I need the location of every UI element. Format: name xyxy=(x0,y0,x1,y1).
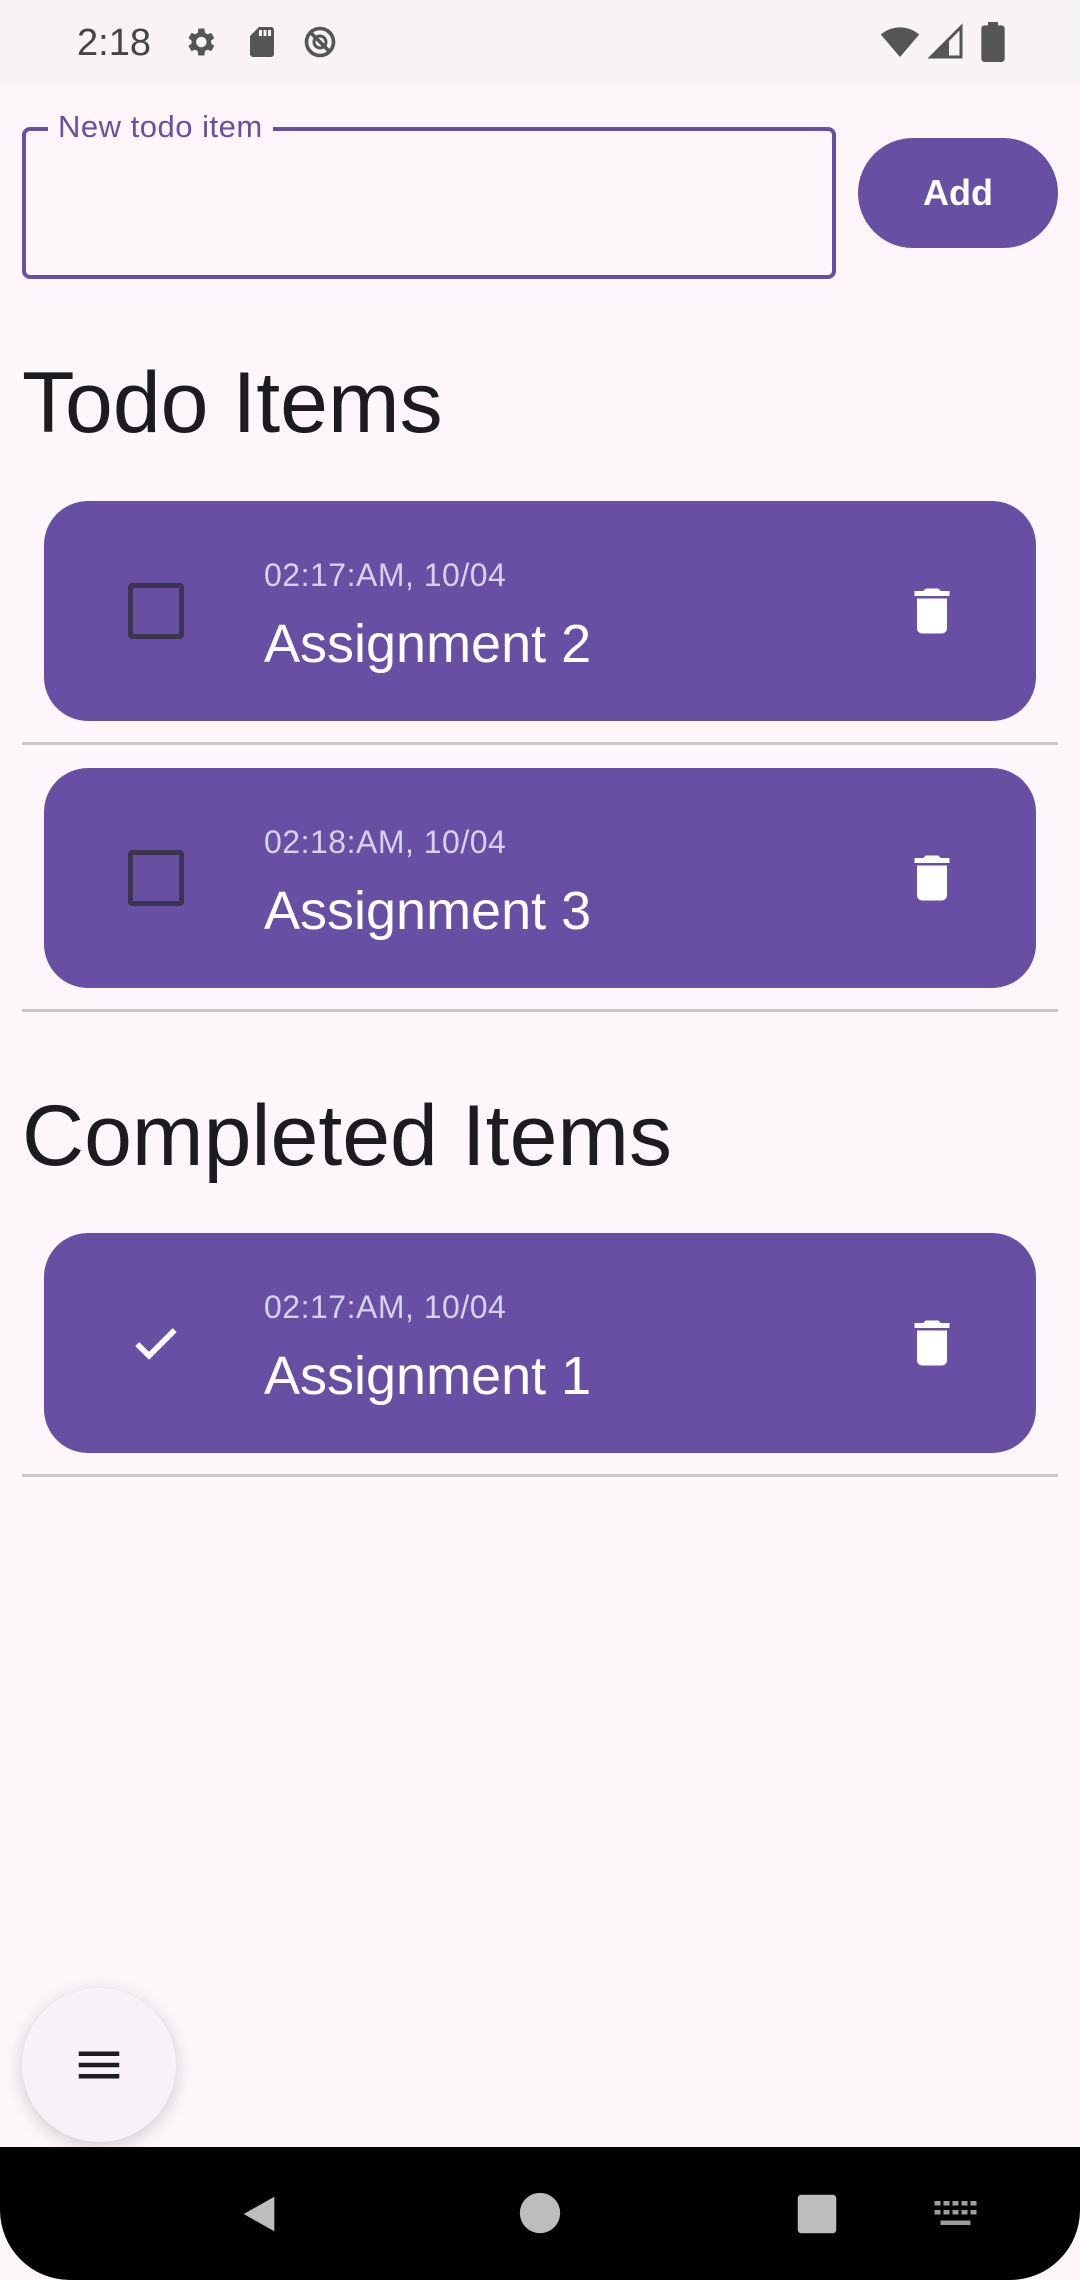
cell-signal-icon xyxy=(928,23,963,59)
todo-card[interactable]: 02:17:AM, 10/04 Assignment 2 xyxy=(44,501,1036,721)
todo-checkbox[interactable] xyxy=(128,850,184,906)
todo-card[interactable]: 02:18:AM, 10/04 Assignment 3 xyxy=(44,768,1036,988)
wifi-icon xyxy=(880,27,920,57)
back-icon[interactable] xyxy=(236,2191,282,2237)
delete-icon[interactable] xyxy=(902,581,962,641)
do-not-disturb-icon xyxy=(304,26,336,58)
menu-fab[interactable] xyxy=(22,1988,176,2142)
keyboard-icon[interactable] xyxy=(934,2201,980,2231)
sd-card-icon xyxy=(250,27,274,57)
delete-icon[interactable] xyxy=(902,848,962,908)
completed-section-title: Completed Items xyxy=(22,1088,673,1184)
divider xyxy=(22,1009,1058,1012)
battery-icon xyxy=(981,22,1005,62)
recents-icon[interactable] xyxy=(796,2193,838,2235)
item-timestamp: 02:17:AM, 10/04 xyxy=(264,1289,507,1325)
home-icon[interactable] xyxy=(518,2191,562,2235)
menu-icon xyxy=(78,2051,120,2079)
item-timestamp: 02:18:AM, 10/04 xyxy=(264,824,507,860)
delete-icon[interactable] xyxy=(902,1313,962,1373)
settings-icon xyxy=(188,28,215,56)
item-title: Assignment 2 xyxy=(264,614,592,674)
add-button[interactable]: Add xyxy=(858,138,1058,248)
completed-card[interactable]: 02:17:AM, 10/04 Assignment 1 xyxy=(44,1233,1036,1453)
item-title: Assignment 1 xyxy=(264,1346,592,1406)
divider xyxy=(22,742,1058,745)
divider xyxy=(22,1474,1058,1477)
navigation-bar xyxy=(0,2147,1080,2280)
item-timestamp: 02:17:AM, 10/04 xyxy=(264,557,507,593)
new-todo-field[interactable]: New todo item xyxy=(22,109,836,279)
checkmark-icon[interactable] xyxy=(128,1315,184,1371)
status-time: 2:18 xyxy=(77,22,151,64)
status-bar: 2:18 xyxy=(0,0,1080,84)
new-todo-label: New todo item xyxy=(48,109,273,145)
item-title: Assignment 3 xyxy=(264,881,592,941)
todo-checkbox[interactable] xyxy=(128,583,184,639)
new-todo-input[interactable] xyxy=(26,131,832,275)
todo-section-title: Todo Items xyxy=(22,355,443,451)
